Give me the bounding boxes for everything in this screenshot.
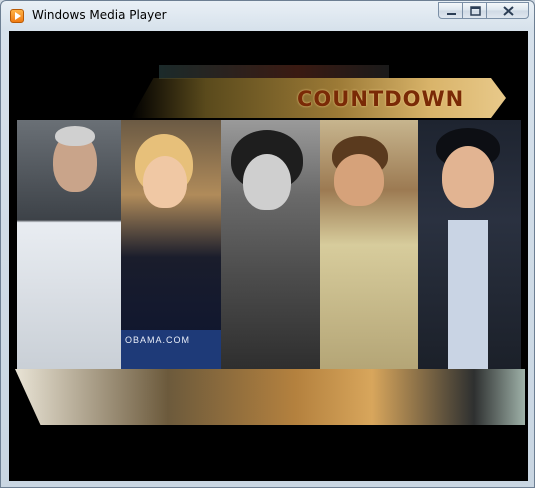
maximize-icon [470,6,481,16]
maximize-button[interactable] [462,2,487,19]
close-button[interactable] [486,2,529,19]
minimize-icon [447,13,456,15]
photo-panel-2: OBAMA.COM [121,120,221,370]
video-area[interactable]: COUNTDOWN OBAMA.COM [9,31,528,481]
window-title: Windows Media Player [32,8,167,22]
close-icon [503,6,514,16]
photo-panel-4 [320,120,418,370]
photo-panel-3 [221,120,320,370]
countdown-title: COUNTDOWN [297,87,465,111]
media-player-window: Windows Media Player COUNTDOWN OBAMA.COM [0,0,535,488]
graphic-bottom-banner [15,369,525,425]
title-bar[interactable]: Windows Media Player [1,1,534,31]
media-player-icon [10,9,24,23]
photo-panel-5 [418,120,521,370]
minimize-button[interactable] [438,2,463,19]
campaign-sign-text: OBAMA.COM [125,335,191,345]
campaign-sign: OBAMA.COM [121,330,221,370]
banner-accent [159,65,389,79]
photo-panel-1 [17,120,121,370]
